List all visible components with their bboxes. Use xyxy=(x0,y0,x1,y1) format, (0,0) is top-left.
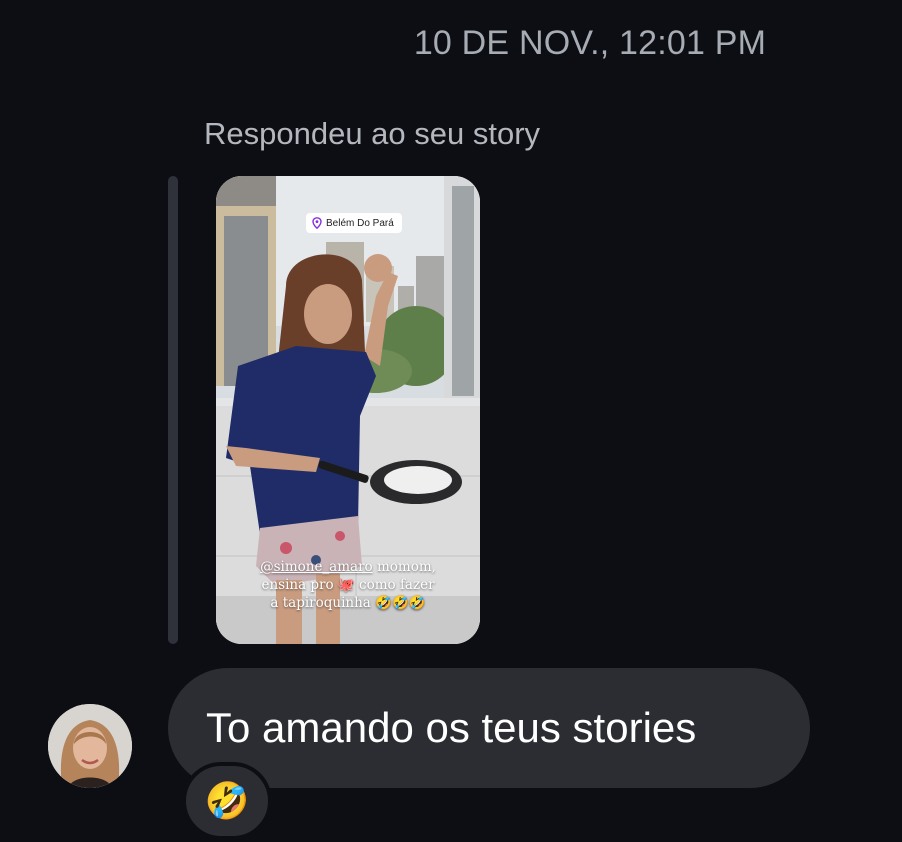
story-reply-label: Respondeu ao seu story xyxy=(204,116,541,151)
message-timestamp: 10 DE NOV., 12:01 PM xyxy=(413,24,767,62)
reply-indicator-bar xyxy=(168,176,178,644)
message-bubble[interactable]: To amando os teus stories xyxy=(168,668,810,788)
caption-text-2: ensina pro 🐙 como fazer xyxy=(261,577,435,593)
caption-mention[interactable]: @simone_amaro xyxy=(260,559,373,575)
message-text: To amando os teus stories xyxy=(206,704,697,751)
caption-text-3: a tapiroquinha 🤣🤣🤣 xyxy=(270,595,426,611)
location-label: Belém Do Pará xyxy=(326,217,394,229)
avatar-photo xyxy=(48,704,132,788)
dm-thread-screen: 10 DE NOV., 12:01 PM Respondeu ao seu st… xyxy=(0,0,902,842)
location-sticker: Belém Do Pará xyxy=(306,213,402,233)
story-caption: @simone_amaro momom, ensina pro 🐙 como f… xyxy=(240,558,456,612)
story-preview[interactable]: Belém Do Pará @simone_amaro momom, ensin… xyxy=(216,176,480,644)
caption-text-1: momom, xyxy=(372,559,436,575)
avatar[interactable] xyxy=(48,704,132,788)
reaction-emoji: 🤣 xyxy=(204,780,250,821)
location-pin-icon xyxy=(312,217,322,229)
reaction-badge[interactable]: 🤣 xyxy=(182,762,272,840)
